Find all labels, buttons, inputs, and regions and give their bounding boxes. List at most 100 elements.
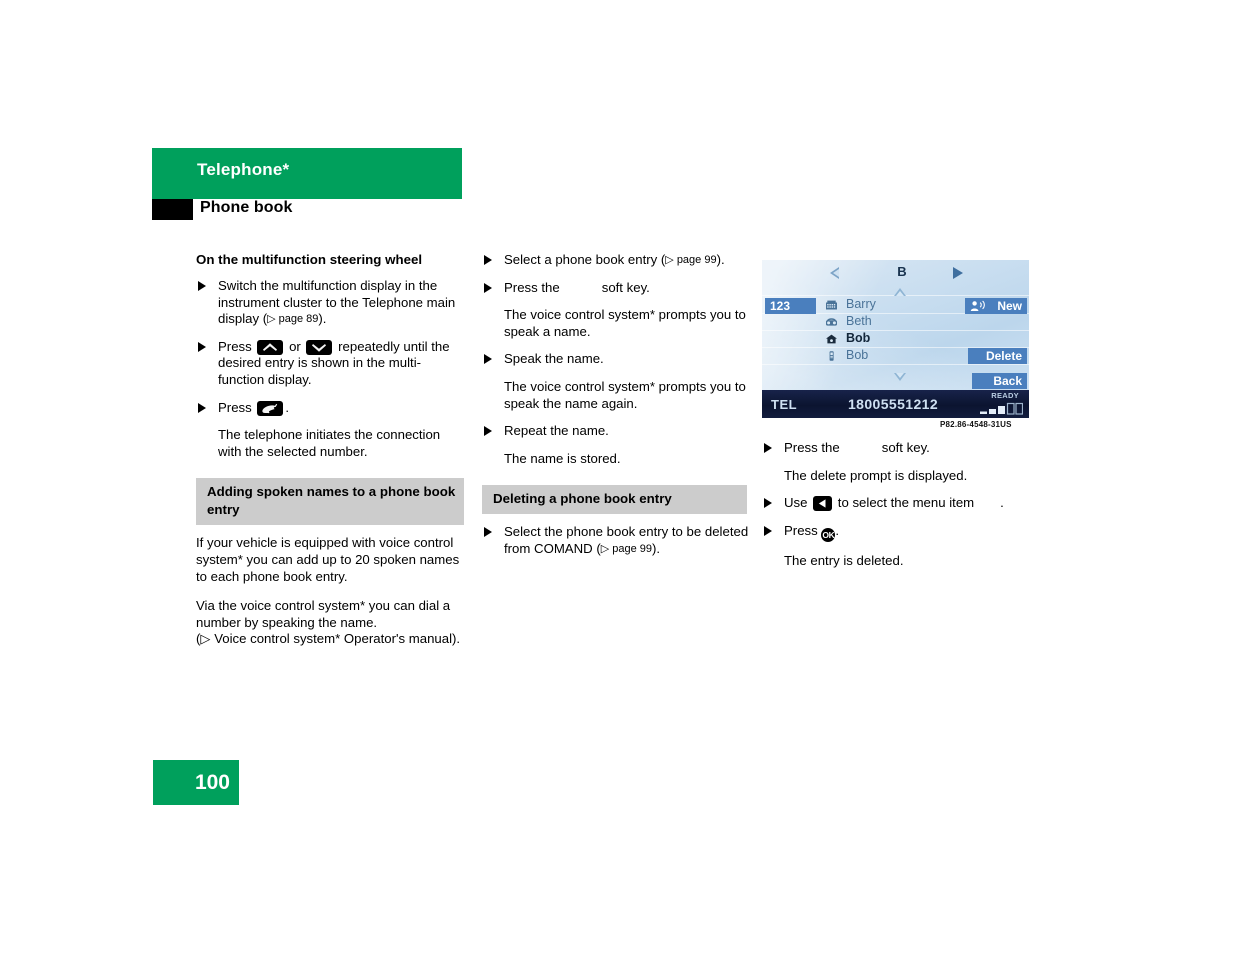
- index-softkey-123[interactable]: 123: [765, 298, 816, 314]
- step-text: Repeat the name.: [504, 423, 609, 439]
- step-item: Press .: [196, 400, 464, 417]
- step-item: Use to select the menu item.: [762, 495, 1034, 512]
- subsection-band-adding: Adding spoken names to a phone book entr…: [196, 478, 464, 526]
- step-text: Press: [784, 522, 818, 538]
- mobile-icon: [825, 350, 838, 362]
- next-letter-arrow-icon[interactable]: [953, 267, 963, 279]
- right-column: Press the soft key. The delete prompt is …: [762, 440, 1034, 580]
- bullet-triangle-icon: [484, 255, 492, 265]
- bullet-triangle-icon: [484, 282, 492, 293]
- figure-caption: P82.86-4548-31US: [940, 420, 1012, 429]
- softkey-label: Delete: [985, 349, 1022, 363]
- new-voice-entry-icon: [970, 300, 986, 312]
- ok-key-icon: OK: [821, 527, 836, 542]
- step-text-tail: soft key.: [881, 440, 930, 455]
- result-text: The voice control system* prompts you to…: [504, 307, 746, 339]
- display-header-bar: B: [762, 260, 1029, 286]
- step-text-tail: repeatedly until the desired entry is sh…: [218, 338, 450, 387]
- list-item-label: Bob: [846, 331, 871, 345]
- bullet-triangle-icon: [764, 498, 772, 509]
- step-item: Select the phone book entry to be delete…: [482, 524, 750, 557]
- home-icon: [825, 333, 838, 345]
- list-divider: [762, 364, 1029, 365]
- middle-column: Select a phone book entry (▷ page 99). P…: [482, 252, 750, 569]
- list-item[interactable]: Barry: [820, 296, 940, 313]
- step-item: Press the soft key.: [482, 280, 750, 297]
- step-item: Select a phone book entry (▷ page 99).: [482, 252, 750, 269]
- step-text: Press: [218, 338, 252, 354]
- prev-letter-arrow-inner-icon: [833, 269, 839, 277]
- page-number-badge: 100: [153, 760, 239, 805]
- chapter-title: Telephone*: [197, 160, 290, 179]
- section-rule: [152, 196, 462, 199]
- scroll-down-arrow-inner-icon: [896, 373, 904, 378]
- list-item-label: Beth: [846, 314, 872, 328]
- softkey-label: Back: [993, 374, 1022, 388]
- step-text-tail: soft key.: [601, 279, 650, 295]
- paragraph: If your vehicle is equipped with voice c…: [196, 535, 460, 584]
- call-handset-key-icon: [257, 400, 284, 416]
- display-status-bar: TEL 18005551212 READY: [762, 390, 1029, 418]
- bullet-triangle-icon: [484, 354, 492, 365]
- step-item: Repeat the name.: [482, 423, 750, 440]
- paragraph: (▷ Voice control system* Operator's manu…: [196, 631, 461, 647]
- bullet-triangle-icon: [764, 525, 772, 536]
- step-text: Use: [784, 495, 808, 511]
- result-text: The name is stored.: [504, 450, 621, 466]
- comand-display-screenshot: B 123 Barry Beth Bob Bob New Delete Back…: [762, 260, 1029, 418]
- status-phone-number: 18005551212: [848, 396, 939, 412]
- paragraph: Via the voice control system* you can di…: [196, 598, 451, 630]
- fax-icon: [825, 316, 838, 328]
- list-item[interactable]: Bob: [820, 330, 940, 347]
- step-text: Switch the multifunction display in the …: [218, 278, 456, 327]
- or-label: or: [289, 338, 301, 354]
- subsection-band-deleting: Deleting a phone book entry: [482, 485, 747, 515]
- list-item[interactable]: Beth: [820, 313, 940, 330]
- current-letter-label: B: [897, 264, 907, 279]
- step-text-tail: .: [835, 522, 840, 538]
- scroll-up-key-icon: [257, 339, 284, 355]
- section-marker-block: [152, 199, 193, 220]
- bullet-triangle-icon: [484, 527, 492, 538]
- page-number: 100: [194, 771, 230, 794]
- list-item-label: Bob: [846, 348, 869, 362]
- step-text-tail: .: [1000, 495, 1004, 511]
- list-item[interactable]: Bob: [820, 347, 940, 364]
- office-icon: [825, 299, 838, 311]
- step-item: Press OK.: [762, 523, 1034, 542]
- scroll-down-key-icon: [306, 339, 333, 355]
- softkey-back[interactable]: Back: [972, 373, 1027, 389]
- phonebook-entry-list: Barry Beth Bob Bob: [820, 296, 940, 364]
- result-text: The voice control system* prompts you to…: [504, 378, 746, 411]
- step-item: Switch the multifunction display in the …: [196, 278, 464, 328]
- step-item: Speak the name.: [482, 351, 750, 368]
- cross-reference: ▷ page 89: [267, 313, 319, 326]
- section-title: Phone book: [200, 199, 293, 216]
- chapter-header-band: Telephone*: [152, 148, 462, 196]
- step-text-tail: ).: [652, 540, 661, 556]
- bullet-triangle-icon: [198, 281, 206, 291]
- step-item: Press or repeatedly until the desired en…: [196, 339, 464, 389]
- signal-strength-icon: [979, 402, 1024, 415]
- softkey-label: New: [997, 299, 1022, 313]
- result-text: The telephone initiates the connection w…: [218, 427, 441, 459]
- result-text: The delete prompt is displayed.: [784, 467, 968, 483]
- left-subhead: On the multifunction steering wheel: [196, 252, 423, 267]
- left-column: On the multifunction steering wheel Swit…: [196, 252, 464, 661]
- step-text-tail: ).: [716, 252, 725, 267]
- step-text: Press: [218, 399, 252, 415]
- step-text: Press the: [784, 440, 840, 455]
- softkey-new[interactable]: New: [965, 298, 1027, 314]
- softkey-delete[interactable]: Delete: [968, 348, 1027, 364]
- step-item: Press the soft key.: [762, 440, 1034, 457]
- step-text: Press the: [504, 279, 560, 295]
- step-text-tail: ).: [318, 311, 327, 327]
- result-text: The entry is deleted.: [784, 552, 904, 568]
- left-arrow-key-icon: [813, 496, 833, 512]
- status-mode-label: TEL: [771, 397, 798, 412]
- bullet-triangle-icon: [198, 402, 206, 413]
- step-text-tail: .: [285, 399, 290, 415]
- bullet-triangle-icon: [484, 426, 492, 437]
- step-text-mid: to select the menu item: [837, 495, 975, 511]
- bullet-triangle-icon: [764, 443, 772, 453]
